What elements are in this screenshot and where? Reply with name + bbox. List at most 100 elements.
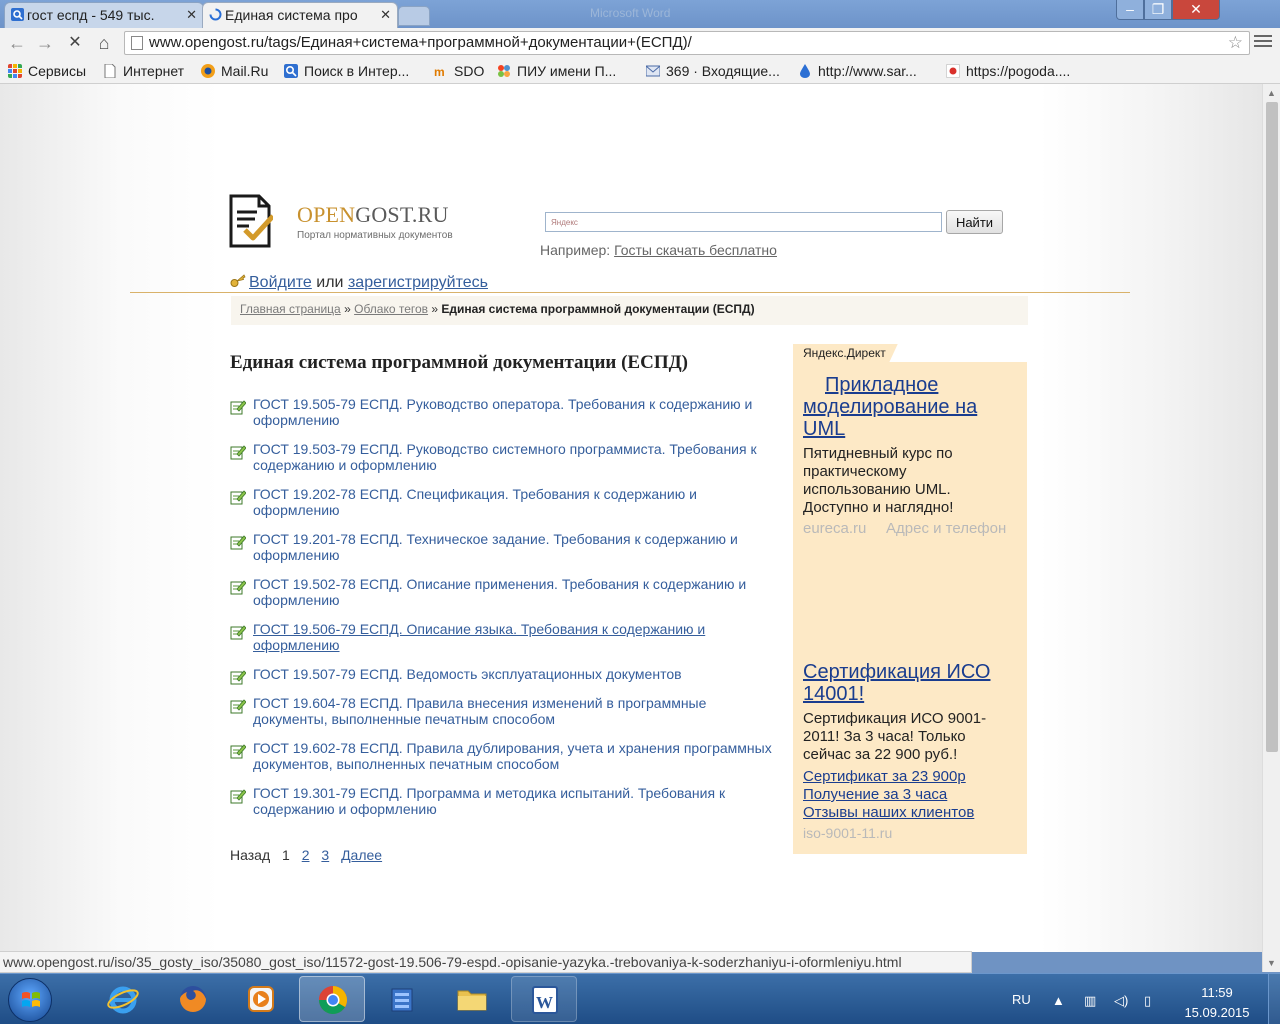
document-list-item[interactable]: ГОСТ 19.301-79 ЕСПД. Программа и методик…	[230, 785, 775, 817]
home-icon[interactable]: ⌂	[93, 32, 115, 54]
document-list-item[interactable]: ГОСТ 19.507-79 ЕСПД. Ведомость эксплуата…	[230, 666, 775, 685]
minimize-button[interactable]: –	[1116, 0, 1144, 20]
bookmark-search[interactable]: Поиск в Интер...	[284, 61, 409, 81]
loading-spinner-icon	[209, 8, 222, 21]
battery-icon[interactable]: ▯	[1144, 993, 1151, 1009]
search-button[interactable]: Найти	[946, 210, 1003, 234]
document-list-item[interactable]: ГОСТ 19.502-78 ЕСПД. Описание применения…	[230, 576, 775, 608]
pager-page-3[interactable]: 3	[321, 847, 329, 863]
scrollbar-thumb[interactable]	[1266, 102, 1278, 752]
network-icon[interactable]: ▥	[1084, 993, 1096, 1009]
close-window-button[interactable]: ✕	[1172, 0, 1220, 20]
input-language[interactable]: RU	[1012, 992, 1031, 1007]
document-link[interactable]: ГОСТ 19.506-79 ЕСПД. Описание языка. Тре…	[253, 621, 705, 653]
taskbar-explorer[interactable]	[439, 976, 505, 1022]
document-list-item[interactable]: ГОСТ 19.604-78 ЕСПД. Правила внесения из…	[230, 695, 775, 727]
bookmark-star-icon[interactable]: ☆	[1228, 32, 1243, 54]
document-list-item[interactable]: ГОСТ 19.201-78 ЕСПД. Техническое задание…	[230, 531, 775, 563]
browser-menu-icon[interactable]	[1254, 32, 1272, 50]
vertical-scrollbar[interactable]: ▲ ▼	[1262, 84, 1280, 972]
document-link[interactable]: ГОСТ 19.503-79 ЕСПД. Руководство системн…	[253, 441, 757, 473]
login-link[interactable]: Войдите	[249, 274, 312, 291]
ad2-link-reviews[interactable]: Отзывы наших клиентов	[803, 804, 974, 822]
scroll-down-icon[interactable]: ▼	[1267, 958, 1276, 968]
taskbar-firefox[interactable]	[160, 976, 226, 1022]
bookmark-sdo[interactable]: m SDO	[434, 61, 484, 81]
show-desktop-button[interactable]	[1268, 974, 1280, 1024]
ad-label[interactable]: Яндекс.Директ	[793, 344, 898, 362]
register-link[interactable]: зарегистрируйтесь	[348, 274, 488, 291]
site-logo-title[interactable]: OPENGOST.RU	[297, 202, 449, 228]
ad2-domain[interactable]: iso-9001-11.ru	[803, 825, 892, 841]
ad2-title[interactable]: Сертификация ИСО 14001!	[803, 661, 1013, 705]
firefox-icon	[180, 986, 206, 1012]
taskbar-network-app[interactable]	[369, 976, 435, 1022]
breadcrumb-tags[interactable]: Облако тегов	[354, 302, 428, 316]
document-link[interactable]: ГОСТ 19.505-79 ЕСПД. Руководство операто…	[253, 396, 752, 428]
ad2-link-certificate[interactable]: Сертификат за 23 900р	[803, 768, 966, 786]
document-edit-icon	[230, 744, 246, 759]
ad1-title[interactable]: Прикладное моделирование на UML	[803, 374, 1003, 440]
tab-current-page[interactable]: Единая система про ✕	[202, 2, 398, 28]
document-link[interactable]: ГОСТ 19.201-78 ЕСПД. Техническое задание…	[253, 531, 738, 563]
page-icon	[104, 64, 116, 78]
search-icon	[284, 64, 298, 78]
breadcrumb-separator: »	[344, 302, 351, 316]
bookmark-mailru[interactable]: Mail.Ru	[201, 61, 268, 81]
weather-icon	[946, 64, 960, 78]
system-clock[interactable]: 11:59 15.09.2015	[1178, 983, 1256, 1023]
bookmark-internet[interactable]: Интернет	[103, 61, 184, 81]
tab-title: гост еспд - 549 тыс.	[27, 7, 155, 23]
taskbar-chrome[interactable]	[299, 976, 365, 1022]
ad2-link-receipt[interactable]: Получение за 3 часа	[803, 786, 947, 804]
stop-loading-icon[interactable]: ✕	[64, 32, 86, 54]
ad1-domain[interactable]: eureca.ru	[803, 520, 866, 537]
pager-page-2[interactable]: 2	[302, 847, 310, 863]
mail-icon	[646, 65, 660, 77]
document-link[interactable]: ГОСТ 19.502-78 ЕСПД. Описание применения…	[253, 576, 746, 608]
back-arrow-icon[interactable]: ←	[6, 32, 28, 54]
document-link[interactable]: ГОСТ 19.202-78 ЕСПД. Спецификация. Требо…	[253, 486, 697, 518]
example-prefix: Например:	[540, 242, 611, 258]
taskbar-word[interactable]: W	[511, 976, 577, 1022]
document-list-item[interactable]: ГОСТ 19.503-79 ЕСПД. Руководство системн…	[230, 441, 775, 473]
taskbar-internet-explorer[interactable]	[90, 976, 156, 1022]
new-tab-button[interactable]	[398, 6, 430, 26]
ad1-contacts[interactable]: Адрес и телефон	[886, 520, 1006, 537]
forward-arrow-icon[interactable]: →	[34, 32, 56, 54]
address-bar[interactable]: www.opengost.ru/tags/Единая+система+прог…	[124, 31, 1250, 55]
volume-icon[interactable]: ◁)	[1114, 993, 1128, 1009]
close-tab-icon[interactable]: ✕	[186, 3, 197, 27]
taskbar-media-player[interactable]	[228, 976, 294, 1022]
tab-search-results[interactable]: гост еспд - 549 тыс. ✕	[4, 2, 204, 28]
bookmark-inbox[interactable]: 369 · Входящие...	[646, 61, 780, 81]
bookmark-pogoda[interactable]: https://pogoda....	[946, 61, 1070, 81]
example-link[interactable]: Госты скачать бесплатно	[614, 242, 777, 258]
bookmark-label: Поиск в Интер...	[304, 63, 410, 79]
search-input[interactable]: Яндекс	[545, 212, 942, 232]
maximize-button[interactable]: ❐	[1144, 0, 1172, 20]
document-link[interactable]: ГОСТ 19.301-79 ЕСПД. Программа и методик…	[253, 785, 725, 817]
bookmark-services[interactable]: Сервисы	[8, 61, 86, 81]
mailru-icon	[201, 64, 215, 78]
show-hidden-icons-icon[interactable]: ▲	[1052, 993, 1065, 1008]
pager-back: Назад	[230, 847, 271, 863]
login-or-text: или	[316, 274, 344, 291]
url-text: www.opengost.ru/tags/Единая+система+прог…	[149, 34, 692, 51]
document-list-item[interactable]: ГОСТ 19.602-78 ЕСПД. Правила дублировани…	[230, 740, 775, 772]
document-list-item[interactable]: ГОСТ 19.202-78 ЕСПД. Спецификация. Требо…	[230, 486, 775, 518]
start-button[interactable]	[8, 978, 52, 1022]
scroll-up-icon[interactable]: ▲	[1267, 88, 1276, 98]
document-list-item[interactable]: ГОСТ 19.505-79 ЕСПД. Руководство операто…	[230, 396, 775, 428]
document-link[interactable]: ГОСТ 19.507-79 ЕСПД. Ведомость эксплуата…	[253, 666, 682, 682]
bookmark-piu[interactable]: ПИУ имени П...	[497, 61, 616, 81]
document-link[interactable]: ГОСТ 19.604-78 ЕСПД. Правила внесения из…	[253, 695, 706, 727]
bookmark-label: 369 · Входящие...	[666, 63, 780, 79]
close-tab-icon[interactable]: ✕	[380, 3, 391, 27]
bookmark-sar[interactable]: http://www.sar...	[798, 61, 917, 81]
breadcrumb-home[interactable]: Главная страница	[240, 302, 341, 316]
document-list-item[interactable]: ГОСТ 19.506-79 ЕСПД. Описание языка. Тре…	[230, 621, 775, 653]
document-link[interactable]: ГОСТ 19.602-78 ЕСПД. Правила дублировани…	[253, 740, 772, 772]
pager-next[interactable]: Далее	[341, 847, 382, 863]
joomla-icon	[498, 65, 510, 77]
